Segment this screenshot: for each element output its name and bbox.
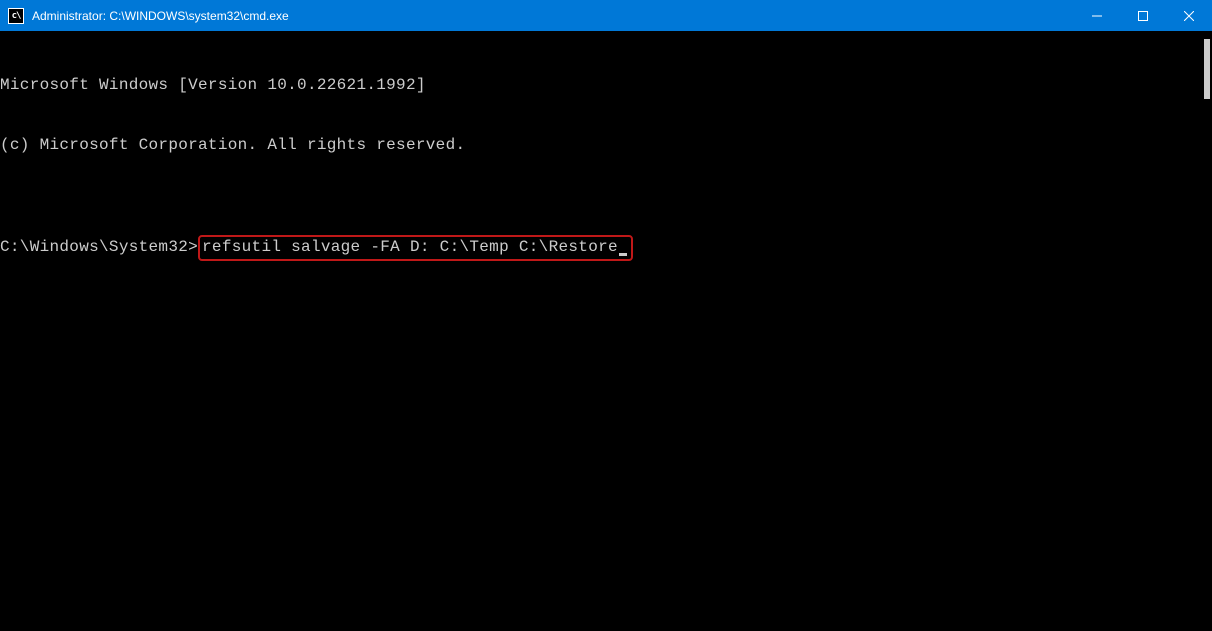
window-title: Administrator: C:\WINDOWS\system32\cmd.e… <box>32 9 1074 23</box>
minimize-button[interactable] <box>1074 0 1120 31</box>
window-controls <box>1074 0 1212 31</box>
maximize-button[interactable] <box>1120 0 1166 31</box>
terminal-scrollbar[interactable] <box>1204 39 1210 99</box>
cmd-icon-text: c\ <box>12 11 21 21</box>
terminal-prompt: C:\Windows\System32> <box>0 238 198 256</box>
terminal-output-line: (c) Microsoft Corporation. All rights re… <box>0 135 1212 155</box>
terminal-cursor <box>619 253 627 256</box>
command-highlight: refsutil salvage -FA D: C:\Temp C:\Resto… <box>198 235 633 261</box>
terminal-area[interactable]: Microsoft Windows [Version 10.0.22621.19… <box>0 31 1212 631</box>
window-titlebar: c\ Administrator: C:\WINDOWS\system32\cm… <box>0 0 1212 31</box>
cmd-icon: c\ <box>8 8 24 24</box>
close-button[interactable] <box>1166 0 1212 31</box>
terminal-output-line: Microsoft Windows [Version 10.0.22621.19… <box>0 75 1212 95</box>
terminal-prompt-line: C:\Windows\System32>refsutil salvage -FA… <box>0 235 1212 261</box>
terminal-command: refsutil salvage -FA D: C:\Temp C:\Resto… <box>202 238 618 256</box>
